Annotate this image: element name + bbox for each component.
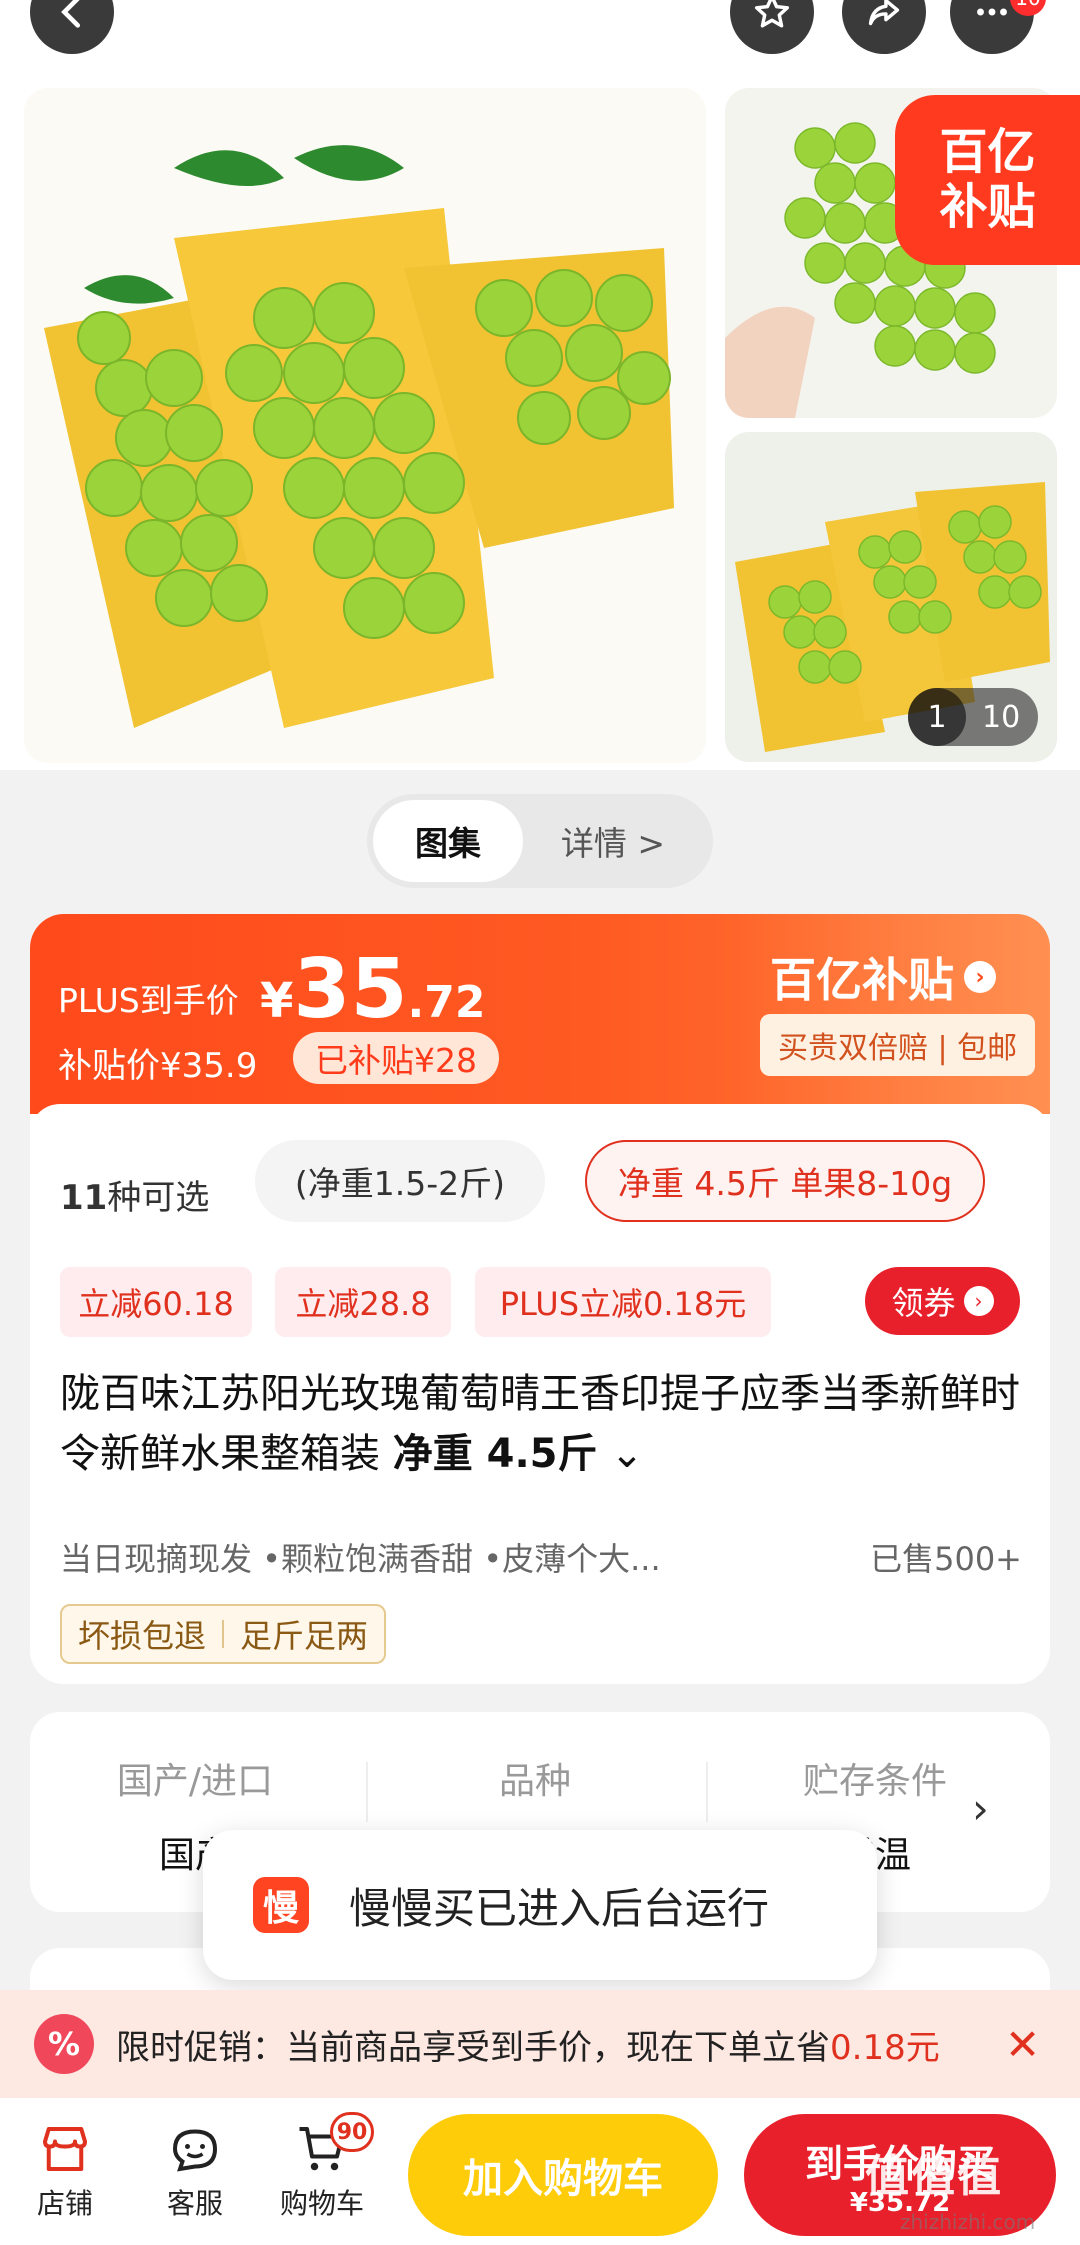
service-tags: 坏损包退 足斤足两	[60, 1604, 387, 1664]
background-toast: 慢 慢慢买已进入后台运行	[203, 1830, 877, 1980]
app-logo-icon: 慢	[253, 1877, 309, 1933]
service-label: 客服	[166, 2187, 223, 2220]
chevron-left-icon	[61, 0, 81, 28]
attribute-label: 品种	[498, 1761, 571, 1802]
promo-text: 限时促销：当前商品享受到手价，现在下单立省0.18元	[116, 2020, 940, 2069]
get-coupon-label: 领券	[891, 1284, 956, 1322]
product-features: 当日现摘现发 •颗粒饱满香甜 •皮薄个大...	[60, 1540, 661, 1578]
share-icon	[868, 0, 900, 26]
subsidized-amount-tag: 已补贴¥28	[293, 1032, 499, 1084]
discount-tag: 立减60.18	[60, 1267, 252, 1337]
price-card: PLUS到手价 ¥35.72 补贴价¥35.9 已补贴¥28 百亿补贴 › 买贵…	[30, 914, 1050, 1684]
image-counter-total: 10	[982, 699, 1021, 735]
cart-label: 购物车	[279, 2187, 364, 2220]
option-count-text: 种可选	[107, 1178, 210, 1218]
subsidy-program-link[interactable]: 百亿补贴 ›	[770, 944, 996, 1010]
promo-banner: % 限时促销：当前商品享受到手价，现在下单立省0.18元 ✕	[0, 1990, 1080, 2098]
service-tag: 坏损包退	[78, 1617, 207, 1655]
subsidy-badge-line2: 补贴	[939, 179, 1036, 235]
star-icon	[754, 0, 790, 28]
attribute-variety: 品种	[370, 1752, 700, 1826]
customer-service-button[interactable]: 客服	[135, 2116, 255, 2222]
percent-icon: %	[34, 2014, 94, 2074]
promo-amount: 0.18元	[830, 2027, 940, 2068]
site-watermark: 值值值	[865, 2151, 1003, 2202]
product-weight: 净重 4.5斤	[392, 1431, 598, 1477]
sold-count: 已售500+	[870, 1540, 1022, 1578]
store-icon	[43, 2127, 87, 2171]
price-integer: 35	[293, 942, 408, 1037]
chevron-right-icon: ›	[964, 961, 996, 993]
chevron-right-icon[interactable]: ›	[972, 1784, 989, 1833]
cart-count-badge: 90	[330, 2112, 374, 2152]
store-button[interactable]: 店铺	[5, 2116, 125, 2222]
product-image-main[interactable]	[24, 88, 706, 763]
attribute-label: 贮存条件	[802, 1761, 947, 1802]
image-gallery: 百亿 补贴 1 10	[0, 0, 1080, 770]
chat-bubble-icon	[172, 2129, 218, 2172]
service-tag: 足斤足两	[240, 1617, 369, 1655]
subsidy-badge-line1: 百亿	[939, 123, 1036, 180]
tab-detail[interactable]: 详情 >	[523, 800, 703, 882]
product-title[interactable]: 陇百味江苏阳光玫瑰葡萄晴王香印提子应季当季新鲜时令新鲜水果整箱装 净重 4.5斤…	[60, 1364, 1030, 1484]
price-decimal: .72	[407, 977, 486, 1028]
option-chip[interactable]: (净重1.5-2斤)	[255, 1140, 545, 1222]
subsidy-program-logo: 百亿补贴	[770, 953, 954, 1007]
plus-discount-tag: PLUS立减0.18元	[475, 1267, 771, 1337]
product-info: 11种可选 (净重1.5-2斤) 净重 4.5斤 单果8-10g 立减60.18…	[30, 1104, 1050, 1684]
subsidy-badge: 百亿 补贴	[895, 95, 1080, 265]
discount-tag: 立减28.8	[275, 1267, 451, 1337]
promo-text-body: 限时促销：当前商品享受到手价，现在下单立省	[116, 2027, 830, 2068]
tab-gallery[interactable]: 图集	[373, 800, 523, 882]
guarantee-tags: 买贵双倍赔 | 包邮	[760, 1014, 1036, 1076]
subsidy-price: 补贴价¥35.9	[58, 1046, 258, 1086]
currency-symbol: ¥	[260, 973, 294, 1029]
chevron-right-icon: ›	[963, 1286, 994, 1316]
image-counter: 1 10	[908, 688, 1038, 746]
more-dots-icon	[977, 8, 1007, 16]
image-counter-current: 1	[908, 688, 966, 746]
site-watermark-url: zhizhizhi.com	[900, 2210, 1036, 2234]
store-label: 店铺	[36, 2187, 93, 2220]
toast-message: 慢慢买已进入后台运行	[349, 1883, 770, 1933]
plus-price-label: PLUS到手价	[58, 981, 239, 1020]
chevron-down-icon: ⌄	[610, 1431, 644, 1477]
gallery-detail-toggle: 图集 详情 >	[367, 794, 713, 888]
get-coupon-button[interactable]: 领券 ›	[865, 1267, 1020, 1335]
add-to-cart-button[interactable]: 加入购物车	[408, 2114, 718, 2236]
attribute-label: 国产/进口	[116, 1761, 274, 1802]
final-price: ¥35.72	[260, 942, 485, 1037]
option-count: 11种可选	[60, 1170, 209, 1219]
price-header: PLUS到手价 ¥35.72 补贴价¥35.9 已补贴¥28 百亿补贴 › 买贵…	[30, 914, 1050, 1114]
close-icon[interactable]: ✕	[1005, 2020, 1040, 2069]
option-chip-selected[interactable]: 净重 4.5斤 单果8-10g	[585, 1140, 985, 1222]
option-count-number: 11	[60, 1178, 108, 1218]
